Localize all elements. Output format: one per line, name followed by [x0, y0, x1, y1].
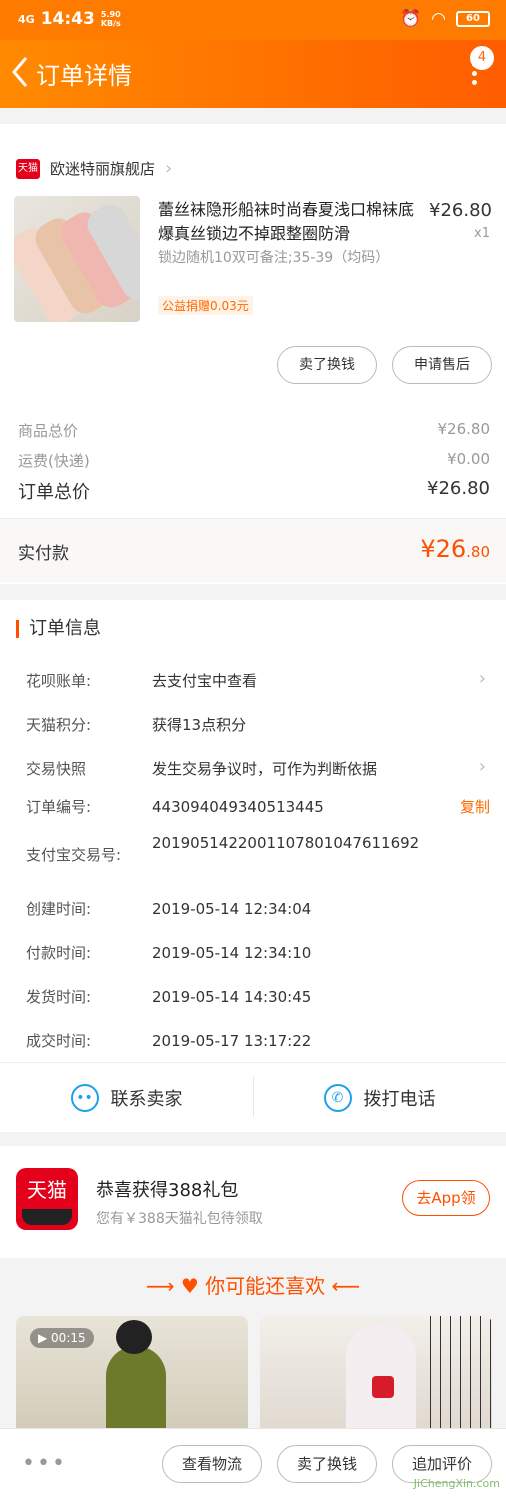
shop-link[interactable]: 天猫 欧迷特丽旗舰店 › [16, 158, 172, 179]
contact-seller-label: 联系卖家 [110, 1088, 183, 1110]
product-price: ¥26.80 [429, 200, 492, 221]
info-value: 2019-05-17 13:17:22 [152, 1032, 312, 1050]
phone-icon: ✆ [323, 1083, 352, 1112]
chat-icon: •• [70, 1083, 99, 1112]
info-key: 发货时间: [26, 988, 92, 1006]
rec-item-2[interactable] [260, 1316, 492, 1446]
goods-total-value: ¥26.80 [437, 420, 491, 438]
order-total-row: 订单总价 ¥26.80 [18, 478, 490, 504]
info-value: 2019-05-14 12:34:10 [152, 944, 312, 962]
info-value: 2019-05-14 12:34:04 [152, 900, 312, 918]
info-key: 交易快照 [26, 760, 87, 778]
rec-item-1[interactable]: ▶ 00:15 [16, 1316, 248, 1446]
wifi-icon: ◠ [431, 9, 446, 29]
info-value: 2019051422001107801047611692 [152, 834, 420, 852]
status-right: ⏰ ◠ 60 [400, 9, 490, 29]
call-label: 拨打电话 [363, 1088, 436, 1110]
chevron-right-icon: › [165, 158, 173, 179]
status-bar: 4G 14:43 5.90 KB/s ⏰ ◠ 60 [0, 0, 506, 40]
after-sale-button[interactable]: 申请售后 [392, 346, 492, 384]
order-info-title: 订单信息 [16, 620, 101, 638]
info-key: 支付宝交易号: [26, 846, 122, 864]
product-image[interactable] [14, 196, 140, 322]
view-logistics-button[interactable]: 查看物流 [162, 1445, 262, 1483]
alarm-icon: ⏰ [399, 9, 422, 29]
tmall-logo: 天猫 [16, 1168, 78, 1230]
charity-badge: 公益捐赠0.03元 [158, 296, 253, 315]
shop-name: 欧迷特丽旗舰店 [50, 160, 156, 178]
back-arrow-icon[interactable] [8, 54, 32, 90]
product-qty: x1 [474, 226, 490, 241]
product-sku: 锁边随机10双可备注;35-39（均码） [158, 250, 390, 266]
watermark: JiChengXin.com [413, 1477, 500, 1490]
tmall-tag: 天猫 [16, 158, 40, 179]
info-row-alipay-no: 支付宝交易号: 2019051422001107801047611692 [26, 832, 490, 876]
info-value: 去支付宝中查看 [152, 672, 258, 690]
paid-amount: ¥26.80 [420, 535, 490, 563]
info-value: 发生交易争议时，可作为判断依据 [152, 760, 378, 778]
gift-title: 恭喜获得388礼包 [96, 1180, 239, 1201]
bottom-action-bar: ••• 查看物流 卖了换钱 追加评价 JiChengXin.com [0, 1428, 506, 1499]
goods-total-row: 商品总价 ¥26.80 [18, 420, 490, 441]
video-time: 00:15 [51, 1331, 86, 1345]
info-key: 创建时间: [26, 900, 92, 918]
contact-seller-button[interactable]: •• 联系卖家 [0, 1063, 253, 1132]
info-key: 订单编号: [26, 798, 92, 816]
chevron-right-icon: › [478, 668, 486, 689]
clock: 14:43 [40, 9, 95, 29]
call-button[interactable]: ✆ 拨打电话 [253, 1063, 506, 1132]
info-value: 443094049340513445 [152, 798, 324, 816]
shipping-label: 运费(快递) [18, 452, 90, 470]
order-info-card: 订单信息 花呗账单: 去支付宝中查看 › 天猫积分: 获得13点积分 交易快照 … [0, 600, 506, 1062]
info-key: 花呗账单: [26, 672, 92, 690]
more-dots-icon[interactable]: ••• [22, 1451, 67, 1476]
network-speed: 5.90 KB/s [100, 10, 121, 28]
info-key: 天猫积分: [26, 716, 92, 734]
recommend-title: 你可能还喜欢 [205, 1274, 326, 1298]
paid-amount-int: ¥26 [420, 535, 467, 563]
chevron-right-icon: › [478, 756, 486, 777]
resell-button[interactable]: 卖了换钱 [277, 346, 377, 384]
product-title[interactable]: 蕾丝袜隐形船袜时尚春夏浅口棉袜底爆真丝锁边不掉跟整圈防滑 [158, 198, 420, 246]
tmall-logo-text: 天猫 [27, 1178, 67, 1202]
paid-amount-dec: .80 [466, 543, 490, 561]
gift-banner: 天猫 恭喜获得388礼包 您有￥388天猫礼包待领取 去App领 [0, 1146, 506, 1258]
page-title: 订单详情 [36, 62, 132, 90]
status-left: 4G 14:43 5.90 KB/s [18, 9, 121, 29]
paid-row: 实付款 ¥26.80 [0, 518, 506, 582]
paid-label: 实付款 [18, 544, 69, 564]
recommend-heading: ⟶ ♥ 你可能还喜欢 ⟵ [0, 1270, 506, 1299]
order-total-value: ¥26.80 [427, 478, 490, 499]
nav-bar: 订单详情 4 [0, 40, 506, 108]
goods-total-label: 商品总价 [18, 422, 79, 440]
resell-bottom-button[interactable]: 卖了换钱 [277, 1445, 377, 1483]
info-value: 2019-05-14 14:30:45 [152, 988, 312, 1006]
arrow-left-icon: ⟵ [325, 1274, 361, 1298]
message-badge[interactable]: 4 [470, 46, 494, 70]
arrow-right-icon: ⟶ ♥ [145, 1274, 206, 1298]
claim-gift-button[interactable]: 去App领 [402, 1180, 490, 1216]
info-key: 付款时间: [26, 944, 92, 962]
order-card: 天猫 欧迷特丽旗舰店 › 蕾丝袜隐形船袜时尚春夏浅口棉袜底爆真丝锁边不掉跟整圈防… [0, 124, 506, 584]
copy-button[interactable]: 复制 [460, 796, 490, 817]
battery-icon: 60 [456, 11, 490, 27]
order-total-label: 订单总价 [18, 482, 90, 503]
info-key: 成交时间: [26, 1032, 92, 1050]
info-value: 获得13点积分 [152, 716, 247, 734]
shipping-row: 运费(快递) ¥0.00 [18, 450, 490, 471]
contact-bar: •• 联系卖家 ✆ 拨打电话 [0, 1062, 506, 1132]
video-duration: ▶ 00:15 [30, 1328, 94, 1348]
gift-subtitle: 您有￥388天猫礼包待领取 [96, 1211, 263, 1227]
signal-icon: 4G [18, 12, 35, 26]
shipping-value: ¥0.00 [447, 450, 490, 468]
divider [253, 1077, 254, 1117]
